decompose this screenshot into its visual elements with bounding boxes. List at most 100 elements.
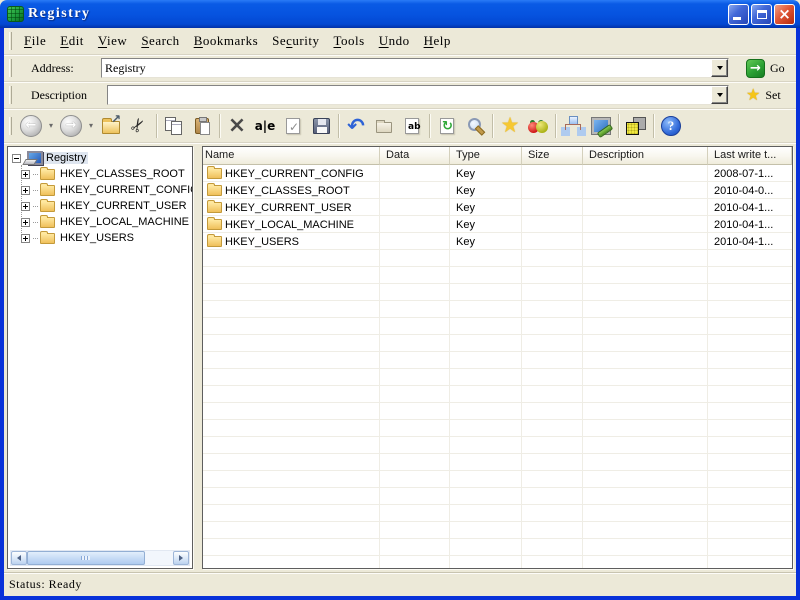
scroll-left-button[interactable] xyxy=(11,551,27,565)
address-input[interactable]: Registry xyxy=(102,59,711,77)
scrollbar-track[interactable] xyxy=(27,551,173,565)
go-button[interactable]: → Go xyxy=(743,58,788,79)
tree-node-registry-root[interactable]: Registry xyxy=(12,150,192,166)
addressbar-gripper[interactable] xyxy=(9,59,12,77)
refresh-button[interactable] xyxy=(433,112,461,140)
set-button[interactable]: ★ Set xyxy=(743,86,784,104)
menu-edit[interactable]: Edit xyxy=(53,31,91,51)
address-dropdown-button[interactable] xyxy=(711,59,728,77)
find-button[interactable] xyxy=(461,112,489,140)
expand-icon[interactable] xyxy=(21,201,30,211)
menu-tools[interactable]: Tools xyxy=(326,31,371,51)
compare-button[interactable] xyxy=(622,112,650,140)
list-row-hkey-local-machine[interactable]: HKEY_LOCAL_MACHINE Key 2010-04-1... xyxy=(203,216,792,233)
panel-splitter[interactable] xyxy=(193,145,202,570)
description-combobox xyxy=(107,85,729,105)
menu-file[interactable]: File xyxy=(17,31,53,51)
network-icon xyxy=(562,116,584,135)
description-dropdown-button[interactable] xyxy=(711,86,728,104)
toolbar-gripper[interactable] xyxy=(9,116,12,135)
expand-icon[interactable] xyxy=(21,217,30,227)
cut-button[interactable]: ✂ xyxy=(125,112,153,140)
cell-data xyxy=(380,199,450,216)
forward-button[interactable]: → xyxy=(57,112,85,140)
maximize-button[interactable] xyxy=(751,3,772,25)
parent-key-button[interactable] xyxy=(97,112,125,140)
column-header-description[interactable]: Description xyxy=(583,147,708,165)
list-row-hkey-current-user[interactable]: HKEY_CURRENT_USER Key 2010-04-1... xyxy=(203,199,792,216)
folder-icon xyxy=(207,200,222,213)
menu-bookmarks[interactable]: Bookmarks xyxy=(187,31,265,51)
save-button[interactable] xyxy=(307,112,335,140)
monitor-pencil-icon xyxy=(591,116,611,135)
compare-icon xyxy=(626,116,646,135)
back-button[interactable]: ← xyxy=(17,112,45,140)
expand-icon[interactable] xyxy=(21,169,30,179)
paste-button[interactable] xyxy=(188,112,216,140)
description-input[interactable] xyxy=(108,86,711,104)
tree-horizontal-scrollbar[interactable] xyxy=(10,550,190,566)
descriptionbar-gripper[interactable] xyxy=(9,86,12,104)
list-row-hkey-users[interactable]: HKEY_USERS Key 2010-04-1... xyxy=(203,233,792,250)
forward-dropdown[interactable]: ▾ xyxy=(85,112,97,140)
column-header-last-write[interactable]: Last write t... xyxy=(708,147,792,165)
tree-node-hkey-local-machine[interactable]: HKEY_LOCAL_MACHINE xyxy=(12,214,192,230)
column-header-type[interactable]: Type xyxy=(450,147,522,165)
tree-node-hkey-users[interactable]: HKEY_USERS xyxy=(12,230,192,246)
help-question-icon: ? xyxy=(661,115,681,136)
cell-type: Key xyxy=(456,167,475,180)
minimize-button[interactable] xyxy=(728,3,749,25)
paste-icon xyxy=(195,116,210,135)
menu-view[interactable]: View xyxy=(91,31,134,51)
cell-description xyxy=(583,233,708,250)
menu-undo[interactable]: Undo xyxy=(372,31,417,51)
app-icon xyxy=(7,6,24,22)
tree-node-hkey-current-config[interactable]: HKEY_CURRENT_CONFIG xyxy=(12,182,192,198)
refresh-icon xyxy=(440,117,454,134)
list-row-hkey-classes-root[interactable]: HKEY_CLASSES_ROOT Key 2010-04-0... xyxy=(203,182,792,199)
permissions-button[interactable] xyxy=(587,112,615,140)
grid-line xyxy=(582,165,583,568)
copy-button[interactable] xyxy=(160,112,188,140)
tree-node-hkey-current-user[interactable]: HKEY_CURRENT_USER xyxy=(12,198,192,214)
chevron-down-icon: ▾ xyxy=(88,121,93,130)
help-button[interactable]: ? xyxy=(657,112,685,140)
description-bar: Description ★ Set xyxy=(4,82,796,109)
menubar-gripper[interactable] xyxy=(9,32,12,50)
tree-guide-stub xyxy=(33,173,38,175)
menu-security[interactable]: Security xyxy=(265,31,326,51)
cell-last-write: 2010-04-1... xyxy=(714,235,774,248)
expand-icon[interactable] xyxy=(21,233,30,243)
add-bookmark-button[interactable]: ★ xyxy=(496,112,524,140)
tree-guide-stub xyxy=(33,237,38,239)
cell-size xyxy=(522,233,583,250)
values-list-panel: Name Data Type Size Description Last wri… xyxy=(202,146,793,569)
expand-icon[interactable] xyxy=(21,185,30,195)
go-label: Go xyxy=(770,60,785,75)
column-header-data[interactable]: Data xyxy=(380,147,450,165)
apply-check-icon xyxy=(286,117,300,134)
back-dropdown[interactable]: ▾ xyxy=(45,112,57,140)
list-row-hkey-current-config[interactable]: HKEY_CURRENT_CONFIG Key 2008-07-1... xyxy=(203,165,792,182)
close-button[interactable]: × xyxy=(774,3,795,25)
cell-type: Key xyxy=(456,218,475,231)
scroll-right-button[interactable] xyxy=(173,551,189,565)
undo-button[interactable]: ↶ xyxy=(342,112,370,140)
new-key-button[interactable] xyxy=(370,112,398,140)
collapse-icon[interactable] xyxy=(12,153,21,163)
tree-node-hkey-classes-root[interactable]: HKEY_CLASSES_ROOT xyxy=(12,166,192,182)
remote-registry-button[interactable] xyxy=(559,112,587,140)
cell-size xyxy=(522,182,583,199)
menu-search[interactable]: Search xyxy=(134,31,186,51)
scrollbar-thumb[interactable] xyxy=(27,551,145,565)
bookmarks-button[interactable] xyxy=(524,112,552,140)
rename-button[interactable]: a|e xyxy=(251,112,279,140)
new-value-button[interactable] xyxy=(398,112,426,140)
delete-button[interactable]: × xyxy=(223,112,251,140)
menu-help[interactable]: Help xyxy=(417,31,458,51)
column-header-name[interactable]: Name xyxy=(203,147,380,165)
titlebar[interactable]: Registry × xyxy=(0,0,800,28)
apply-button[interactable] xyxy=(279,112,307,140)
toolbar-separator xyxy=(492,113,493,138)
column-header-size[interactable]: Size xyxy=(522,147,583,165)
